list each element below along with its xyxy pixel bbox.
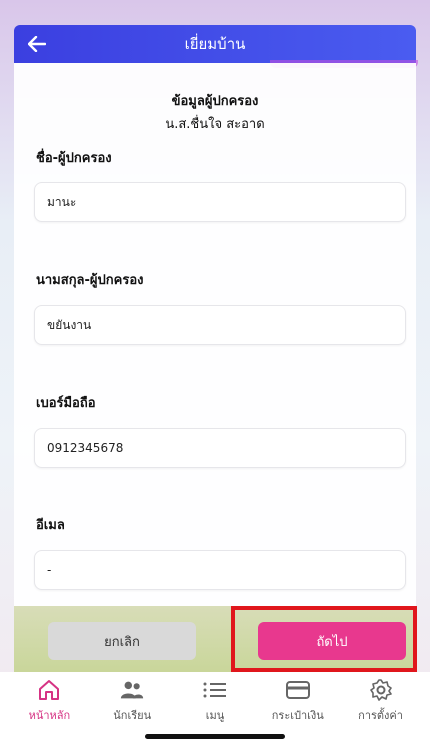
highlight-box: [231, 606, 417, 672]
back-arrow-icon[interactable]: [24, 31, 50, 57]
nav-label: กระเป๋าเงิน: [271, 709, 324, 722]
guardian-lastname-input[interactable]: [34, 305, 406, 345]
students-icon: [119, 678, 145, 702]
section-title: ข้อมูลผู้ปกครอง: [171, 94, 259, 109]
nav-item-students[interactable]: นักเรียน: [92, 678, 172, 742]
email-input[interactable]: [34, 550, 406, 590]
wallet-icon: [285, 678, 311, 702]
nav-label: นักเรียน: [113, 709, 152, 722]
guardian-firstname-label: ชื่อ-ผู้ปกครอง: [36, 151, 112, 166]
home-indicator: [145, 734, 285, 739]
app-header: เยี่ยมบ้าน: [14, 25, 416, 63]
settings-icon: [368, 678, 394, 702]
mobile-input[interactable]: [34, 428, 406, 468]
nav-item-settings[interactable]: การตั้งค่า: [341, 678, 421, 742]
mobile-label: เบอร์มือถือ: [36, 396, 96, 411]
email-label: อีเมล: [36, 518, 65, 533]
form-card: ข้อมูลผู้ปกครอง น.ส.ชื่นใจ สะอาด ชื่อ-ผู…: [14, 63, 416, 623]
bottom-nav: หน้าหลัก นักเรียน เมนู กระเป๋าเงิน การตั…: [0, 672, 430, 742]
nav-label: หน้าหลัก: [28, 709, 71, 722]
nav-item-menu[interactable]: เมนู: [175, 678, 255, 742]
nav-item-home[interactable]: หน้าหลัก: [9, 678, 89, 742]
menu-icon: [202, 678, 228, 702]
nav-label: การตั้งค่า: [358, 709, 403, 722]
home-icon: [36, 678, 62, 702]
guardian-firstname-input[interactable]: [34, 182, 406, 222]
nav-item-wallet[interactable]: กระเป๋าเงิน: [258, 678, 338, 742]
cancel-button[interactable]: ยกเลิก: [48, 622, 196, 660]
nav-label: เมนู: [205, 709, 225, 722]
student-name: น.ส.ชื่นใจ สะอาด: [165, 117, 265, 132]
guardian-lastname-label: นามสกุล-ผู้ปกครอง: [36, 273, 144, 288]
page-title: เยี่ยมบ้าน: [184, 35, 246, 53]
